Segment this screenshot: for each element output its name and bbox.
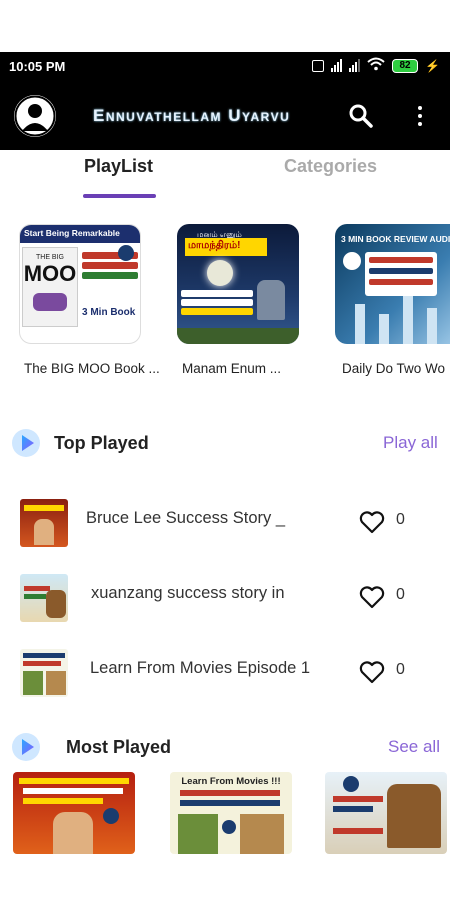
heart-icon[interactable] xyxy=(359,510,385,534)
status-time: 10:05 PM xyxy=(9,59,66,74)
person-image xyxy=(53,812,93,854)
playlist-card[interactable]: 3 MIN BOOK REVIEW AUDIO Daily Do Two Wo xyxy=(335,224,450,376)
like-count: 0 xyxy=(396,661,405,678)
play-circle-icon xyxy=(12,429,40,457)
track-thumbnail xyxy=(20,649,68,697)
like-count: 0 xyxy=(396,586,405,603)
status-icons: 82 ⚡ xyxy=(312,57,440,74)
play-circle-icon xyxy=(12,733,40,761)
thumb-title-text: மாமந்திரம்! xyxy=(185,238,267,256)
ground-image xyxy=(177,328,299,344)
playlist-title: Manam Enum ... xyxy=(182,361,282,376)
app-title: Ennuvathellam Uyarvu xyxy=(93,106,291,125)
channel-logo-icon xyxy=(118,245,134,261)
most-played-header: Most Played See all xyxy=(0,731,450,765)
horse-image xyxy=(387,784,441,848)
notification-icon xyxy=(312,59,325,72)
playlist-thumbnail: மனம் எனும் மாமந்திரம்! xyxy=(177,224,299,344)
most-played-card[interactable] xyxy=(325,772,447,854)
track-thumbnail xyxy=(20,499,68,547)
person-image xyxy=(257,280,285,320)
tab-bar: PlayList Categories xyxy=(0,150,450,202)
moon-image xyxy=(207,260,233,286)
track-title: Bruce Lee Success Story _ xyxy=(86,509,286,527)
bar-graphic xyxy=(379,314,389,344)
playlist-thumbnail: 3 MIN BOOK REVIEW AUDIO xyxy=(335,224,450,344)
status-bar: 10:05 PM 82 ⚡ xyxy=(0,52,450,80)
avatar-icon[interactable] xyxy=(14,95,56,137)
app-bar: Ennuvathellam Uyarvu xyxy=(0,80,450,150)
playlist-carousel: Start Being Remarkable THE BIG MOO 3 Min… xyxy=(0,224,450,384)
signal-icon-2 xyxy=(349,59,361,72)
most-played-title: Most Played xyxy=(66,737,172,757)
thumb-banner-text: Start Being Remarkable xyxy=(20,225,140,243)
tamil-text-box xyxy=(365,252,437,296)
see-all-button[interactable]: See all xyxy=(388,737,440,757)
book-title-text: MOO xyxy=(23,261,77,286)
person-image xyxy=(178,814,218,854)
track-title: Learn From Movies Episode 1 xyxy=(90,659,311,677)
track-title: xuanzang success story in xyxy=(91,584,285,602)
channel-logo-icon xyxy=(103,808,119,824)
heart-icon[interactable] xyxy=(359,660,385,684)
channel-logo-icon xyxy=(222,820,236,834)
book-cover: THE BIG MOO xyxy=(22,247,78,327)
thumb-footer-text: 3 Min Book xyxy=(82,307,136,318)
bar-graphic xyxy=(355,304,365,344)
play-all-button[interactable]: Play all xyxy=(383,433,438,453)
more-vert-icon[interactable] xyxy=(411,102,429,130)
cow-image xyxy=(33,293,67,311)
track-thumbnail xyxy=(20,574,68,622)
track-row[interactable]: Bruce Lee Success Story _ 0 xyxy=(0,493,450,553)
card-caption: Learn From Movies !!! xyxy=(181,776,281,787)
search-icon[interactable] xyxy=(347,102,375,130)
most-played-card[interactable] xyxy=(13,772,135,854)
person-image xyxy=(240,814,284,854)
track-row[interactable]: Learn From Movies Episode 1 0 xyxy=(0,643,450,703)
playlist-title: The BIG MOO Book ... xyxy=(24,361,160,376)
heart-icon[interactable] xyxy=(359,585,385,609)
playlist-card[interactable]: Start Being Remarkable THE BIG MOO 3 Min… xyxy=(19,224,160,376)
thumb-banner-text: 3 MIN BOOK REVIEW AUDIO xyxy=(341,234,450,244)
charging-icon: ⚡ xyxy=(425,58,440,73)
track-row[interactable]: xuanzang success story in 0 xyxy=(0,568,450,628)
like-count: 0 xyxy=(396,511,405,528)
playlist-thumbnail: Start Being Remarkable THE BIG MOO 3 Min… xyxy=(19,224,141,344)
tab-playlist[interactable]: PlayList xyxy=(84,156,153,177)
tamil-caption-block xyxy=(181,288,253,318)
tab-categories[interactable]: Categories xyxy=(284,156,377,177)
most-played-card[interactable]: Learn From Movies !!! xyxy=(170,772,292,854)
bar-graphic xyxy=(403,296,413,344)
wifi-icon xyxy=(367,57,385,74)
top-played-header: Top Played Play all xyxy=(0,427,450,461)
book-small-text: THE BIG xyxy=(35,254,64,261)
bar-graphic xyxy=(427,308,437,344)
channel-logo-icon xyxy=(343,252,361,270)
most-played-carousel: Learn From Movies !!! xyxy=(0,772,450,854)
signal-icon xyxy=(331,59,343,72)
top-played-title: Top Played xyxy=(54,433,149,453)
playlist-title: Daily Do Two Wo xyxy=(342,361,446,376)
top-blank-area xyxy=(0,0,450,52)
playlist-card[interactable]: மனம் எனும் மாமந்திரம்! Manam Enum ... xyxy=(177,224,299,376)
battery-icon: 82 xyxy=(392,58,419,73)
tab-indicator xyxy=(83,194,156,198)
channel-logo-icon xyxy=(343,776,359,792)
